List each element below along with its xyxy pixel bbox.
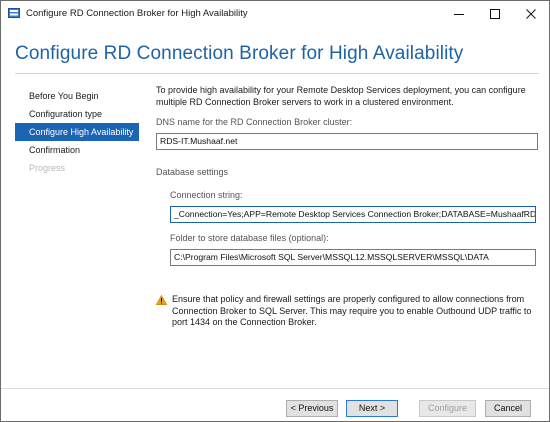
server-manager-icon <box>8 8 20 18</box>
button-bar: < Previous Next > Configure Cancel <box>1 388 549 421</box>
intro-text: To provide high availability for your Re… <box>156 85 526 107</box>
database-folder-field[interactable]: C:\Program Files\Microsoft SQL Server\MS… <box>170 249 536 266</box>
database-folder-label: Folder to store database files (optional… <box>170 233 329 243</box>
connection-string-label: Connection string: <box>170 190 243 200</box>
minimize-button[interactable] <box>441 1 477 27</box>
page-title: Configure RD Connection Broker for High … <box>15 43 464 64</box>
nav-item-configure-high-availability[interactable]: Configure High Availability <box>15 123 139 141</box>
configure-button: Configure <box>419 400 476 417</box>
maximize-icon <box>490 9 500 19</box>
close-icon <box>526 9 536 19</box>
nav-item-progress: Progress <box>29 163 66 173</box>
connection-string-field[interactable]: _Connection=Yes;APP=Remote Desktop Servi… <box>170 206 536 223</box>
dns-name-label: DNS name for the RD Connection Broker cl… <box>156 117 353 127</box>
previous-button[interactable]: < Previous <box>286 400 338 417</box>
maximize-button[interactable] <box>477 1 513 27</box>
nav-item-configuration-type[interactable]: Configuration type <box>15 105 139 123</box>
minimize-icon <box>454 9 464 19</box>
firewall-warning-text: Ensure that policy and firewall settings… <box>172 294 532 327</box>
next-button[interactable]: Next > <box>346 400 398 417</box>
dns-name-field[interactable]: RDS-IT.Mushaaf.net <box>156 133 538 150</box>
title-bar: Configure RD Connection Broker for High … <box>1 1 549 27</box>
close-button[interactable] <box>513 1 549 27</box>
nav-item-confirmation[interactable]: Confirmation <box>15 141 139 159</box>
window-title: Configure RD Connection Broker for High … <box>26 8 248 19</box>
wizard-nav: Before You Begin Configuration type Conf… <box>15 87 139 177</box>
database-settings-heading: Database settings <box>156 167 229 177</box>
wizard-window: Configure RD Connection Broker for High … <box>0 0 550 422</box>
nav-item-before-you-begin[interactable]: Before You Begin <box>15 87 139 105</box>
warning-icon <box>155 294 168 305</box>
cancel-button[interactable]: Cancel <box>485 400 531 417</box>
heading-divider <box>15 73 539 74</box>
